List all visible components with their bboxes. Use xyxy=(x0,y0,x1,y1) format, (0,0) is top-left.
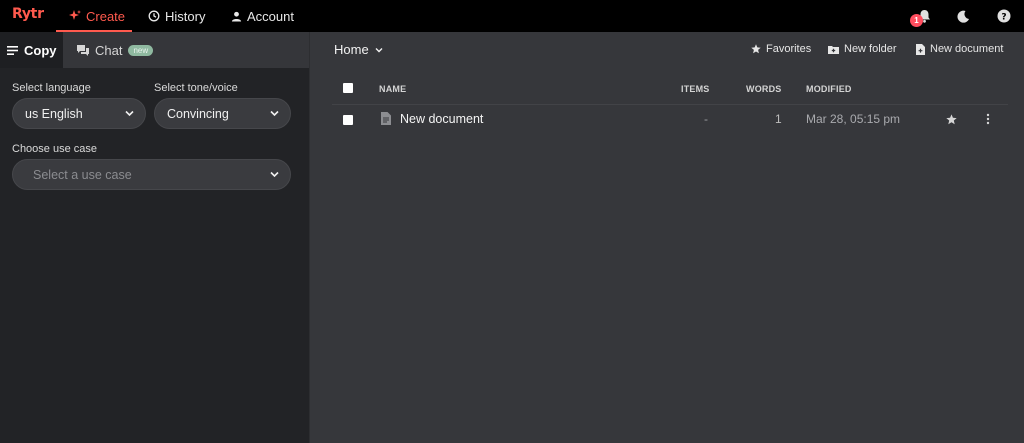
user-icon xyxy=(231,11,242,22)
row-words-value: 1 xyxy=(775,112,782,126)
favorites-button[interactable]: Favorites xyxy=(751,43,811,55)
nav-history-label: History xyxy=(165,8,206,24)
tone-label: Select tone/voice xyxy=(154,82,238,94)
documents-panel: Home Favorites New folder New document N… xyxy=(310,32,1024,443)
more-options-icon[interactable] xyxy=(986,113,990,125)
left-tabs: Copy Chat new xyxy=(0,32,309,68)
column-header-modified[interactable]: MODIFIED xyxy=(806,84,852,94)
nav-create[interactable]: Create xyxy=(69,0,125,32)
column-header-words[interactable]: WORDS xyxy=(746,84,782,94)
tone-select-value: Convincing xyxy=(167,106,229,121)
notification-count-badge: 1 xyxy=(910,14,923,27)
language-select[interactable]: us English xyxy=(12,98,146,129)
theme-toggle-button[interactable] xyxy=(953,6,973,26)
new-folder-label: New folder xyxy=(844,43,897,55)
new-document-label: New document xyxy=(930,43,1004,55)
lines-icon xyxy=(7,45,18,55)
usecase-label: Choose use case xyxy=(12,143,97,155)
new-folder-button[interactable]: New folder xyxy=(828,43,897,55)
new-badge: new xyxy=(128,44,154,56)
nav-account[interactable]: Account xyxy=(231,0,294,32)
breadcrumb-home-label: Home xyxy=(334,42,369,57)
file-plus-icon xyxy=(916,43,925,55)
nav-history[interactable]: History xyxy=(148,0,205,32)
column-header-items[interactable]: ITEMS xyxy=(681,84,710,94)
breadcrumb-home[interactable]: Home xyxy=(334,42,383,57)
chat-icon xyxy=(77,44,89,56)
chevron-down-icon xyxy=(270,110,279,117)
row-modified-value: Mar 28, 05:15 pm xyxy=(806,112,901,126)
favorites-label: Favorites xyxy=(766,43,812,55)
svg-text:?: ? xyxy=(1001,13,1006,23)
help-button[interactable]: ? xyxy=(994,6,1014,26)
row-items-value: - xyxy=(704,112,708,126)
star-icon xyxy=(751,44,761,54)
chevron-down-icon xyxy=(375,47,383,52)
history-icon xyxy=(148,10,160,22)
moon-icon xyxy=(956,10,969,23)
row-checkbox[interactable] xyxy=(343,115,353,125)
tab-copy-label: Copy xyxy=(24,42,57,58)
tab-copy[interactable]: Copy xyxy=(0,32,63,68)
tab-chat-label: Chat xyxy=(95,42,123,58)
tab-chat[interactable]: Chat new xyxy=(77,32,154,68)
usecase-select[interactable]: Select a use case xyxy=(12,159,291,190)
language-select-value: us English xyxy=(25,106,83,121)
select-all-checkbox[interactable] xyxy=(343,83,353,93)
tone-select[interactable]: Convincing xyxy=(154,98,291,129)
left-panel: Copy Chat new Select language us English… xyxy=(0,32,310,443)
nav-account-label: Account xyxy=(247,8,294,24)
sparkle-icon xyxy=(69,10,81,20)
header-divider xyxy=(332,104,1008,105)
top-bar: Rytr Create History Account 1 ? xyxy=(0,0,1024,32)
usecase-select-placeholder: Select a use case xyxy=(33,167,132,182)
favorite-star-icon[interactable] xyxy=(946,114,957,125)
nav-create-label: Create xyxy=(86,8,126,24)
document-name-link[interactable]: New document xyxy=(400,112,483,126)
column-header-name[interactable]: NAME xyxy=(379,84,406,94)
chevron-down-icon xyxy=(125,110,134,117)
rytr-logo[interactable]: Rytr xyxy=(12,6,44,22)
document-icon xyxy=(381,112,391,125)
folder-plus-icon xyxy=(828,45,839,54)
language-label: Select language xyxy=(12,82,91,94)
help-icon: ? xyxy=(997,9,1011,23)
new-document-button[interactable]: New document xyxy=(916,43,1003,55)
chevron-down-icon xyxy=(270,171,279,178)
